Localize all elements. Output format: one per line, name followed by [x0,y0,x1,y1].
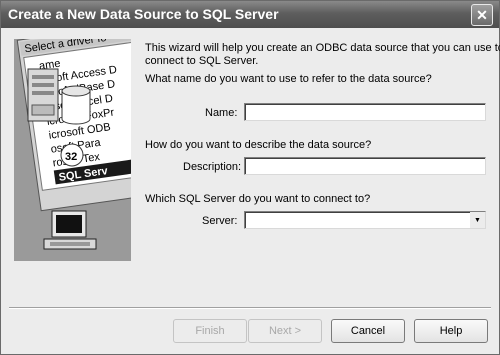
name-question: What name do you want to use to refer to… [145,73,432,85]
close-button[interactable]: ✕ [471,4,493,26]
description-field[interactable] [244,157,486,175]
svg-text:32: 32 [65,151,77,163]
server-question: Which SQL Server do you want to connect … [145,193,371,205]
dialog-window: Create a New Data Source to SQL Server ✕… [0,0,500,355]
name-field[interactable] [244,103,486,121]
next-button[interactable]: Next > [248,319,322,343]
finish-button[interactable]: Finish [173,319,247,343]
server-label: Server: [202,215,238,227]
chevron-down-icon[interactable]: ▼ [470,212,485,228]
close-icon: ✕ [476,7,488,23]
footer-divider [9,307,491,309]
server-combobox[interactable]: ▼ [244,211,486,229]
title-bar[interactable]: Create a New Data Source to SQL Server ✕ [1,1,499,28]
help-button[interactable]: Help [414,319,488,343]
cancel-button[interactable]: Cancel [331,319,405,343]
name-label: Name: [205,107,238,119]
description-label: Description: [183,161,242,173]
wizard-illustration: Select a driver fo ame rosoft Access D r… [14,39,131,261]
window-title: Create a New Data Source to SQL Server [8,6,279,22]
driver-list-illustration: Select a driver fo ame rosoft Access D r… [14,39,131,261]
network-globe-icon: 32 [60,143,84,167]
server-computer-icon [27,68,59,122]
intro-line-2: connect to SQL Server. [145,55,259,67]
database-icon [61,85,91,125]
intro-line-1: This wizard will help you create an ODBC… [145,42,500,54]
description-question: How do you want to describe the data sou… [145,139,372,151]
